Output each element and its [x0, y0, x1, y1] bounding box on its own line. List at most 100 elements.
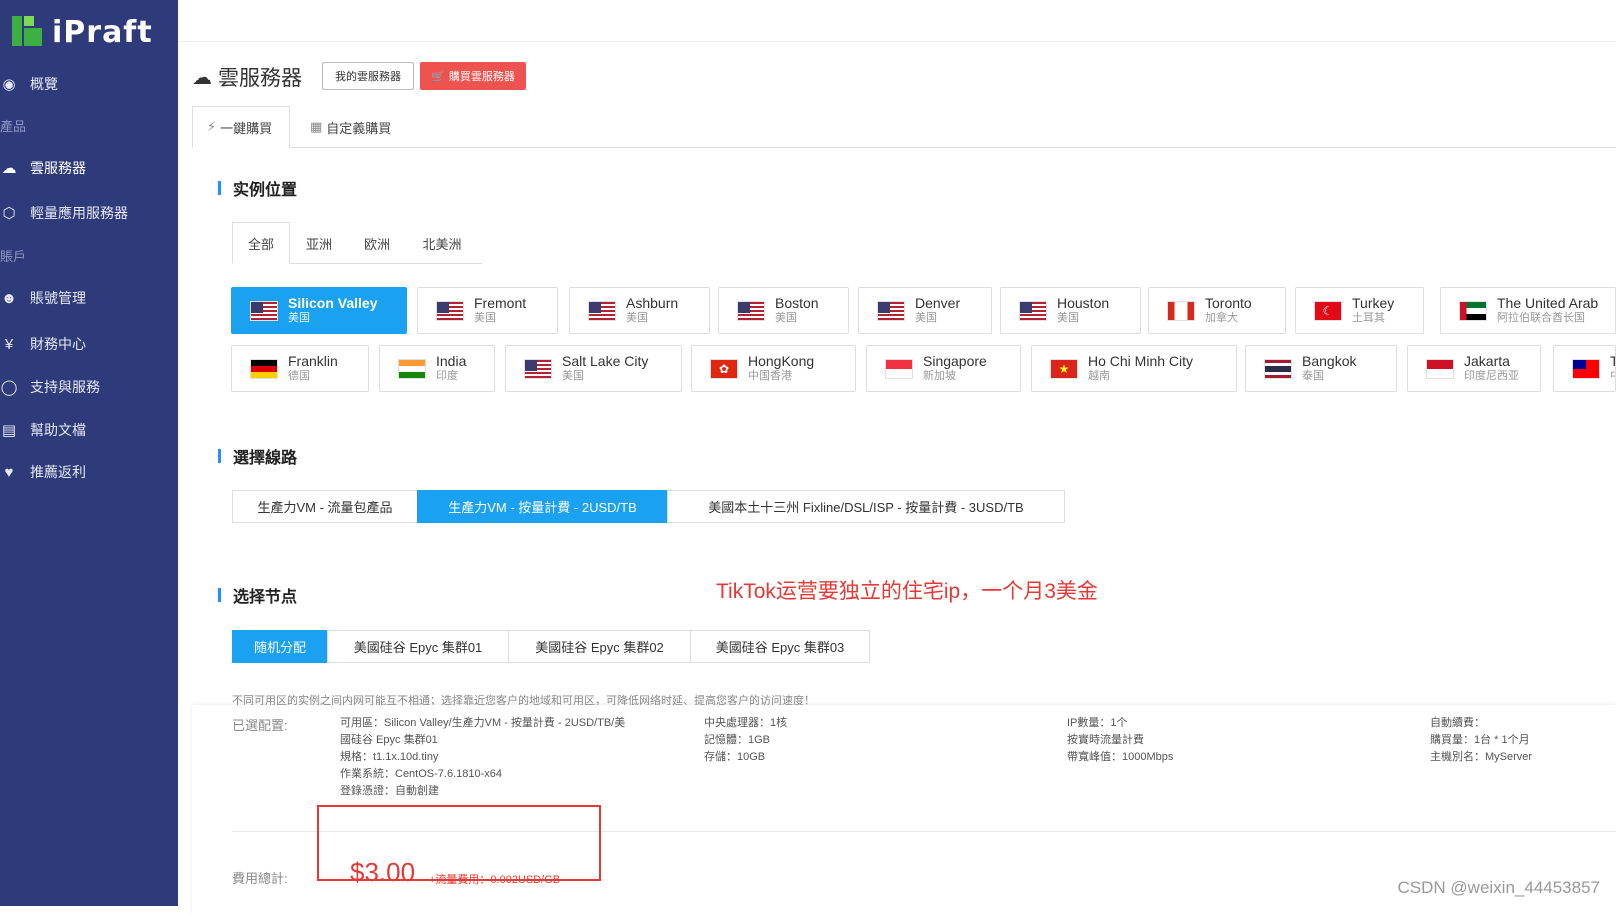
purchase-tabs: ⚡ 一鍵購買 ▦ 自定義購買: [192, 106, 1616, 148]
buy-server-button[interactable]: 🛒 購買雲服務器: [420, 62, 526, 90]
location-card-india[interactable]: India 印度: [379, 345, 495, 392]
config-line: 自動續費：: [1430, 717, 1485, 729]
sidebar-item-help-docs[interactable]: ▤ 幫助文檔: [0, 420, 86, 440]
user-icon: ☻: [1, 289, 17, 307]
sidebar-section-label: 賬戶: [0, 249, 27, 264]
sidebar-item-label: 支持與服務: [30, 379, 100, 395]
location-card-boston[interactable]: Boston 美国: [718, 287, 849, 334]
location-country: 中国台湾: [1610, 370, 1615, 384]
main-content: ☁ 雲服務器 我的雲服務器 🛒 購買雲服務器 ⚡ 一鍵購買 ▦ 自定義購買 实例…: [178, 0, 1616, 915]
line-option-traffic-package[interactable]: 生產力VM - 流量包產品: [232, 490, 418, 523]
sidebar-item-finance[interactable]: ¥ 財務中心: [0, 334, 86, 354]
us-flag-icon: [877, 300, 905, 321]
config-line: 可用區：Silicon Valley/生產力VM - 按量計費 - 2USD/T…: [340, 717, 626, 729]
sidebar-item-label: 幫助文檔: [30, 422, 86, 438]
config-line: 中央處理器：1核: [704, 717, 788, 729]
region-tab-asia[interactable]: 亚洲: [290, 222, 348, 264]
location-text: Taipei中国台湾: [1610, 353, 1615, 384]
location-card-taipei[interactable]: Taipei中国台湾: [1553, 345, 1616, 392]
config-line: 按實時流量計費: [1067, 734, 1144, 746]
location-card-jakarta[interactable]: Jakarta 印度尼西亚: [1407, 345, 1541, 392]
location-card-franklin[interactable]: Franklin 德国: [231, 345, 369, 392]
cube-icon: ⬡: [2, 205, 16, 222]
tw-flag-icon: [1572, 358, 1600, 379]
location-text: Boston 美国: [775, 295, 819, 326]
location-card-turkey[interactable]: ☾ Turkey 土耳其: [1295, 287, 1424, 334]
node-option-cluster-02[interactable]: 美國硅谷 Epyc 集群02: [508, 630, 691, 663]
location-card-fremont[interactable]: Fremont 美国: [417, 287, 558, 334]
ae-flag-icon: [1459, 300, 1487, 321]
config-label: 已選配置:: [232, 718, 288, 733]
node-option-cluster-01[interactable]: 美國硅谷 Epyc 集群01: [327, 630, 509, 663]
node-option-cluster-03[interactable]: 美國硅谷 Epyc 集群03: [690, 630, 870, 663]
location-name: Franklin: [288, 352, 338, 369]
location-country: 美国: [1057, 312, 1079, 325]
region-tab-europe[interactable]: 欧洲: [348, 222, 406, 264]
location-text: Salt Lake City 美国: [562, 353, 648, 384]
config-line: 主機別名：MyServer: [1430, 751, 1533, 763]
location-text: Silicon Valley 美国: [288, 295, 378, 326]
us-flag-icon: [436, 300, 464, 321]
location-card-ho-chi-minh-city[interactable]: ★ Ho Chi Minh City 越南: [1031, 345, 1237, 392]
tab-label: 自定義購買: [326, 120, 392, 136]
sidebar-item-support[interactable]: ◯ 支持與服務: [0, 377, 100, 397]
bolt-icon: ⚡: [207, 119, 217, 134]
sidebar-item-account-management[interactable]: ☻ 賬號管理: [0, 288, 86, 308]
node-option-random[interactable]: 随机分配: [232, 630, 328, 663]
location-card-singapore[interactable]: Singapore 新加坡: [866, 345, 1021, 392]
location-card-hongkong[interactable]: ✿ HongKong 中国香港: [691, 345, 856, 392]
location-card-houston[interactable]: Houston 美国: [1000, 287, 1141, 334]
sidebar-item-referral[interactable]: ♥ 推薦返利: [0, 462, 86, 482]
logo-icon: [12, 16, 44, 48]
location-card-the-united-arab[interactable]: The United Arab 阿拉伯联合酋长国: [1440, 287, 1616, 334]
my-servers-button[interactable]: 我的雲服務器: [322, 62, 414, 90]
sidebar-item-label: 賬號管理: [30, 290, 86, 306]
sidebar-item-cloud-server[interactable]: ☁ 雲服務器: [0, 158, 87, 178]
config-col-billing: 自動續費： 購買量：1台 * 1个月 主機別名：MyServer: [1430, 715, 1532, 766]
yen-icon: ¥: [4, 335, 14, 353]
line-option-us-residential[interactable]: 美國本土十三州 Fixline/DSL/ISP - 按量計費 - 3USD/TB: [667, 490, 1065, 523]
logo[interactable]: iPraft: [12, 14, 153, 50]
sidebar-item-label: 推薦返利: [30, 464, 86, 480]
us-flag-icon: [1019, 300, 1047, 321]
location-card-denver[interactable]: Denver 美国: [858, 287, 992, 334]
location-card-silicon-valley[interactable]: Silicon Valley 美国: [231, 287, 407, 334]
location-name: Turkey: [1352, 294, 1395, 311]
line-option-pay-per-use[interactable]: 生產力VM - 按量計費 - 2USD/TB: [417, 490, 668, 523]
section-title-location: 实例位置: [218, 176, 297, 200]
location-card-bangkok[interactable]: Bangkok 泰国: [1245, 345, 1397, 392]
config-line: 登錄憑證：自動創建: [340, 785, 439, 797]
location-name: Ho Chi Minh City: [1088, 352, 1194, 369]
region-tab-north-america[interactable]: 北美洲: [406, 222, 478, 264]
page-title-text: 雲服務器: [218, 67, 302, 90]
watermark: CSDN @weixin_44453857: [1397, 878, 1600, 897]
doc-icon: ▤: [1, 422, 17, 439]
th-flag-icon: [1264, 358, 1292, 379]
config-line: 作業系統：CentOS-7.6.1810-x64: [340, 768, 503, 780]
location-country: 加拿大: [1205, 312, 1238, 325]
sidebar-item-label: 雲服務器: [30, 160, 86, 176]
config-line: IP數量：1个: [1067, 717, 1128, 729]
location-country: 美国: [626, 312, 648, 325]
id-flag-icon: [1426, 358, 1454, 379]
location-name: Toronto: [1205, 294, 1252, 311]
sidebar-item-overview[interactable]: ◉ 概覽: [0, 74, 58, 94]
heart-icon: ♥: [4, 463, 14, 481]
location-text: Fremont 美国: [474, 295, 526, 326]
location-name: Silicon Valley: [288, 294, 378, 311]
location-card-salt-lake-city[interactable]: Salt Lake City 美国: [505, 345, 682, 392]
location-card-ashburn[interactable]: Ashburn 美国: [569, 287, 710, 334]
location-card-toronto[interactable]: Toronto 加拿大: [1148, 287, 1286, 334]
config-line: 記憶體：1GB: [704, 734, 771, 746]
location-name: Fremont: [474, 294, 527, 311]
location-text: Denver 美国: [915, 295, 960, 326]
tab-one-click-buy[interactable]: ⚡ 一鍵購買: [192, 106, 290, 148]
tab-custom-buy[interactable]: ▦ 自定義購買: [296, 106, 406, 148]
location-country: 泰国: [1302, 370, 1324, 383]
sidebar-item-lightweight-server[interactable]: ⬡ 輕量應用服務器: [0, 203, 128, 223]
us-flag-icon: [250, 300, 278, 321]
region-tab-all[interactable]: 全部: [232, 222, 290, 264]
location-name: Boston: [775, 294, 819, 311]
chat-icon: ◯: [0, 379, 18, 396]
config-col-hardware: 中央處理器：1核 記憶體：1GB 存儲：10GB: [704, 715, 787, 766]
